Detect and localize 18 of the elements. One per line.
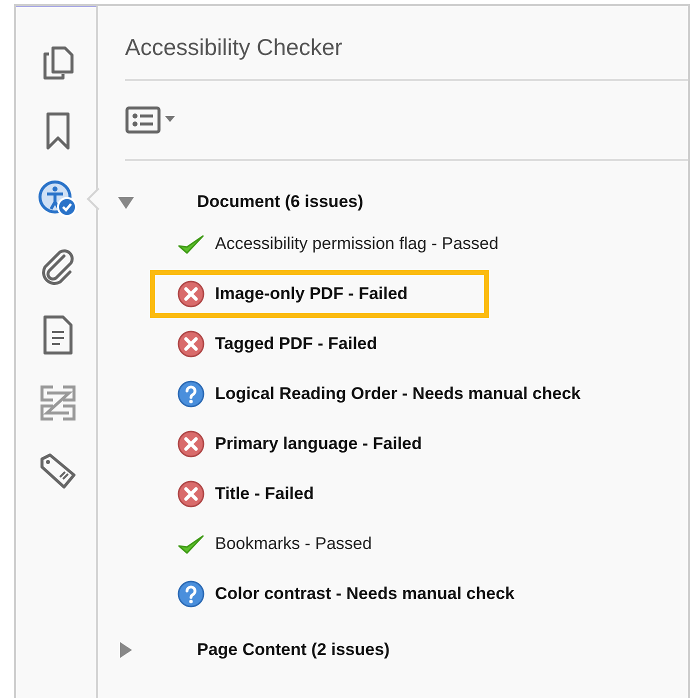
check-item[interactable]: Title - Failed [155, 475, 314, 513]
accessibility-check-icon [38, 180, 78, 218]
document-icon [42, 315, 74, 355]
tag-icon [38, 451, 78, 491]
panel-title: Accessibility Checker [125, 6, 688, 81]
compare-icon [39, 384, 77, 422]
highlighted-check-item[interactable]: Image-only PDF - Failed [155, 275, 484, 313]
pages-icon [41, 45, 75, 81]
tree-group-row[interactable]: Document (6 issues) [117, 185, 688, 219]
check-item[interactable]: Logical Reading Order - Needs manual check [155, 375, 581, 413]
check-item[interactable]: Bookmarks - Passed [155, 525, 372, 563]
paperclip-icon [40, 248, 76, 286]
bookmark-icon [45, 112, 71, 150]
tree-group-row[interactable]: Page Content (2 issues) [117, 633, 688, 667]
check-item[interactable]: Color contrast - Needs manual check [155, 575, 514, 613]
check-item[interactable]: Accessibility permission flag - Passed [155, 225, 498, 263]
check-item[interactable]: Tagged PDF - Failed [155, 325, 378, 363]
check-item[interactable]: Primary language - Failed [155, 425, 422, 463]
